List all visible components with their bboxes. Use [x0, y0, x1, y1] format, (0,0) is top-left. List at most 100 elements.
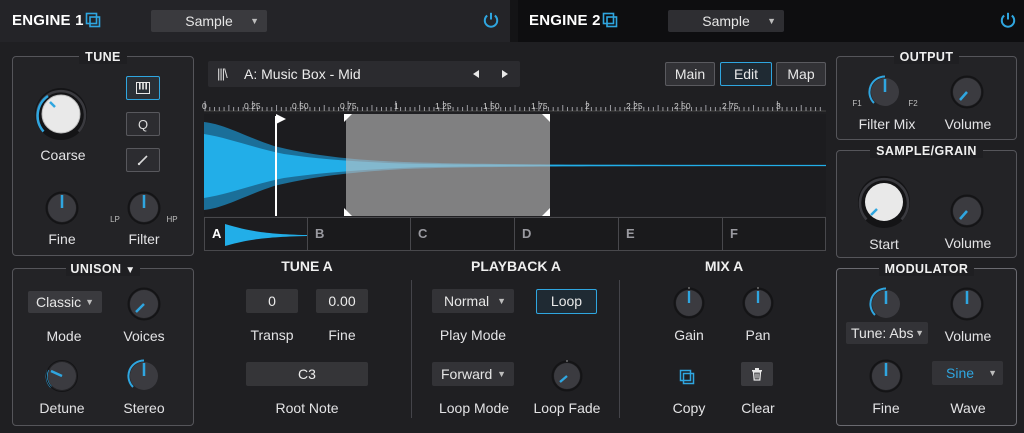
- copy-icon[interactable]: [679, 369, 695, 385]
- playback-a-title: PLAYBACK A: [471, 258, 561, 274]
- keyboard-button[interactable]: [126, 76, 160, 100]
- engine1-type-value: Sample: [185, 13, 233, 29]
- unison-mode-dropdown[interactable]: Classic ▼: [28, 291, 102, 313]
- copy-icon[interactable]: [602, 12, 618, 28]
- loop-mode-dropdown[interactable]: Forward ▼: [432, 362, 514, 386]
- pencil-icon: [137, 155, 148, 166]
- engine2-title: ENGINE 2: [529, 12, 601, 29]
- q-button-label: Q: [137, 116, 149, 132]
- root-note-field[interactable]: C3: [246, 362, 368, 386]
- transp-field[interactable]: 0: [246, 289, 298, 313]
- slot-c[interactable]: C: [411, 218, 515, 250]
- power-icon[interactable]: [999, 11, 1017, 29]
- chevron-down-icon: ▼: [497, 296, 506, 306]
- start-label: Start: [869, 236, 899, 252]
- engine1-title: ENGINE 1: [12, 12, 84, 29]
- root-note-label: Root Note: [275, 400, 339, 416]
- tune-title: TUNE: [13, 50, 193, 64]
- chevron-down-icon: ▼: [125, 265, 136, 276]
- fine-knob[interactable]: [45, 191, 79, 225]
- map-view-button[interactable]: Map: [776, 62, 826, 86]
- slot-b[interactable]: B: [308, 218, 411, 250]
- loop-button[interactable]: Loop: [536, 289, 597, 314]
- modulator-volume-knob[interactable]: [950, 287, 984, 321]
- loop-region[interactable]: [346, 114, 550, 216]
- slot-e[interactable]: E: [619, 218, 723, 250]
- filter-knob[interactable]: [127, 191, 161, 225]
- loop-mode-value: Forward: [441, 366, 493, 382]
- sample-name: A: Music Box - Mid: [244, 66, 361, 82]
- sample-browser-icon[interactable]: |||\: [217, 66, 228, 81]
- gain-label: Gain: [674, 327, 704, 343]
- divider: [411, 280, 412, 418]
- loop-fade-knob[interactable]: [551, 360, 583, 392]
- engine-tab-bar: ENGINE 1 Sample ▼ ENGINE 2 Sample ▼: [0, 0, 1024, 42]
- loop-end-handle-bottom[interactable]: [542, 208, 550, 216]
- clear-label: Clear: [741, 400, 775, 416]
- pan-knob[interactable]: [742, 287, 774, 319]
- filter-hp-label: HP: [166, 215, 178, 224]
- waveform-display[interactable]: [204, 114, 826, 216]
- loop-start-handle-bottom[interactable]: [344, 208, 352, 216]
- filter-mix-knob[interactable]: [868, 75, 902, 109]
- q-button[interactable]: Q: [126, 112, 160, 136]
- copy-icon[interactable]: [85, 12, 101, 28]
- engine2-tab[interactable]: ENGINE 2 Sample ▼: [518, 0, 1024, 42]
- loop-start-handle[interactable]: [344, 114, 352, 122]
- ruler-tick: 0.50: [292, 101, 309, 111]
- engine1-tab[interactable]: ENGINE 1 Sample ▼: [0, 0, 510, 42]
- trash-button[interactable]: [741, 362, 773, 386]
- slot-d[interactable]: D: [515, 218, 619, 250]
- voices-knob[interactable]: [127, 287, 161, 321]
- stereo-knob[interactable]: [127, 359, 161, 393]
- power-icon[interactable]: [482, 11, 500, 29]
- slot-f[interactable]: F: [723, 218, 825, 250]
- wave-dropdown[interactable]: Sine ▼: [932, 361, 1003, 385]
- mix-a-title: MIX A: [704, 258, 744, 274]
- transp-label: Transp: [250, 327, 294, 343]
- stereo-label: Stereo: [123, 400, 165, 416]
- trash-icon: [752, 368, 762, 381]
- keyboard-icon: [136, 82, 150, 94]
- modulator-amount-knob[interactable]: [869, 287, 903, 321]
- pencil-button[interactable]: [126, 148, 160, 172]
- engine2-type-value: Sample: [702, 13, 750, 29]
- modulator-target-dropdown[interactable]: Tune: Abs ▼: [846, 322, 928, 344]
- ruler-tick: 1.75: [531, 101, 548, 111]
- wave-label: Wave: [950, 400, 986, 416]
- prev-arrow-icon[interactable]: [471, 69, 481, 79]
- gain-knob[interactable]: [673, 287, 705, 319]
- wave-value: Sine: [946, 365, 975, 381]
- chevron-down-icon: ▼: [988, 368, 997, 378]
- modulator-fine-knob[interactable]: [869, 359, 903, 393]
- engine2-type-dropdown[interactable]: Sample ▼: [668, 10, 784, 32]
- play-mode-dropdown[interactable]: Normal ▼: [432, 289, 514, 313]
- next-arrow-icon[interactable]: [500, 69, 510, 79]
- output-volume-knob[interactable]: [950, 75, 984, 109]
- loop-end-handle[interactable]: [542, 114, 550, 122]
- slot-e-label: E: [626, 226, 635, 241]
- ruler-tick: 1.25: [435, 101, 452, 111]
- unison-header[interactable]: UNISON ▼: [13, 262, 193, 276]
- edit-view-button[interactable]: Edit: [720, 62, 772, 86]
- play-mode-label: Play Mode: [439, 327, 507, 343]
- start-marker[interactable]: [275, 116, 277, 216]
- ruler-tick: 2.50: [674, 101, 691, 111]
- engine1-type-dropdown[interactable]: Sample ▼: [151, 10, 267, 32]
- start-marker-flag[interactable]: [276, 114, 286, 124]
- main-view-button[interactable]: Main: [665, 62, 715, 86]
- modulator-title: MODULATOR: [837, 262, 1016, 276]
- unison-title: UNISON: [70, 262, 122, 276]
- grain-volume-knob[interactable]: [950, 194, 984, 228]
- coarse-knob[interactable]: [33, 86, 89, 142]
- pan-label: Pan: [745, 327, 771, 343]
- slot-c-label: C: [418, 226, 428, 241]
- fine-field[interactable]: 0.00: [316, 289, 368, 313]
- slot-a[interactable]: A: [205, 218, 308, 250]
- chevron-down-icon: ▼: [497, 369, 506, 379]
- chevron-down-icon: ▼: [85, 297, 94, 307]
- fine-label: Fine: [48, 231, 76, 247]
- detune-knob[interactable]: [45, 359, 79, 393]
- grain-volume-label: Volume: [944, 235, 992, 251]
- start-knob[interactable]: [856, 174, 912, 230]
